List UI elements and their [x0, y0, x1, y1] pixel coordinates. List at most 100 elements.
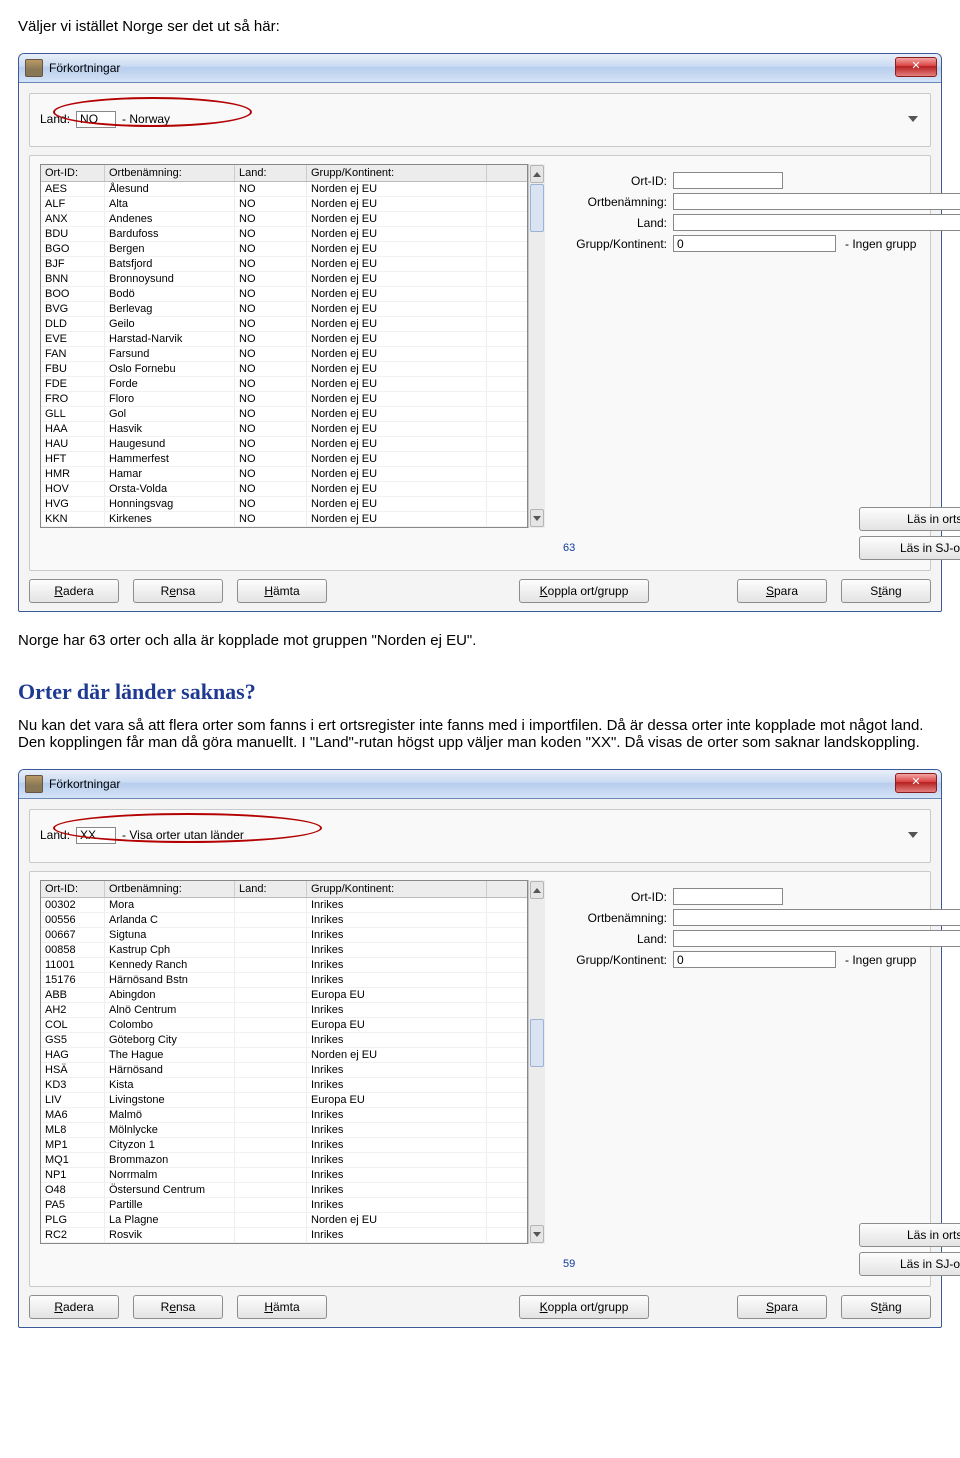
table-row[interactable]: FBUOslo FornebuNONorden ej EU [41, 362, 527, 377]
spara-button[interactable]: Spara [737, 579, 827, 603]
table-row[interactable]: KKNKirkenesNONorden ej EU [41, 512, 527, 527]
table-row[interactable]: MQ1BrommazonInrikes [41, 1153, 527, 1168]
cell: NO [235, 212, 307, 226]
dropdown-icon[interactable] [908, 832, 918, 838]
table-row[interactable]: HAGThe HagueNorden ej EU [41, 1048, 527, 1063]
table-row[interactable]: HFTHammerfestNONorden ej EU [41, 452, 527, 467]
table-row[interactable]: BOOBodöNONorden ej EU [41, 287, 527, 302]
table-row[interactable]: FROFloroNONorden ej EU [41, 392, 527, 407]
scrollbar[interactable] [528, 164, 545, 528]
scroll-down-button[interactable] [530, 1225, 544, 1243]
form-land-input[interactable] [673, 930, 960, 947]
rensa-button[interactable]: Rensa [133, 579, 223, 603]
table-row[interactable]: BGOBergenNONorden ej EU [41, 242, 527, 257]
table-row[interactable]: 00667SigtunaInrikes [41, 928, 527, 943]
stang-button[interactable]: Stäng [841, 1295, 931, 1319]
table-row[interactable]: PLGLa PlagneNorden ej EU [41, 1213, 527, 1228]
cell [235, 1018, 307, 1032]
land-code-input[interactable] [76, 111, 116, 128]
col-land[interactable]: Land: [235, 881, 307, 897]
table-row[interactable]: 00556Arlanda CInrikes [41, 913, 527, 928]
table-row[interactable]: NP1NorrmalmInrikes [41, 1168, 527, 1183]
table-row[interactable]: 00302MoraInrikes [41, 898, 527, 913]
table-row[interactable]: DLDGeiloNONorden ej EU [41, 317, 527, 332]
form-ortid-input[interactable] [673, 172, 783, 189]
orter-grid[interactable]: Ort-ID: Ortbenämning: Land: Grupp/Kontin… [40, 880, 528, 1244]
table-row[interactable]: 15176Härnösand BstnInrikes [41, 973, 527, 988]
table-row[interactable]: GS5Göteborg CityInrikes [41, 1033, 527, 1048]
orter-grid[interactable]: Ort-ID: Ortbenämning: Land: Grupp/Kontin… [40, 164, 528, 528]
table-row[interactable]: BDUBardufossNONorden ej EU [41, 227, 527, 242]
table-row[interactable]: ML8MölnlyckeInrikes [41, 1123, 527, 1138]
titlebar[interactable]: Förkortningar ✕ [19, 770, 941, 799]
col-ort-id[interactable]: Ort-ID: [41, 165, 105, 181]
titlebar[interactable]: Förkortningar ✕ [19, 54, 941, 83]
table-row[interactable]: BVGBerlevagNONorden ej EU [41, 302, 527, 317]
table-row[interactable]: HAUHaugesundNONorden ej EU [41, 437, 527, 452]
col-ortbenamning[interactable]: Ortbenämning: [105, 881, 235, 897]
table-row[interactable]: BNNBronnoysundNONorden ej EU [41, 272, 527, 287]
col-grupp[interactable]: Grupp/Kontinent: [307, 165, 487, 181]
rensa-button[interactable]: Rensa [133, 1295, 223, 1319]
table-row[interactable]: HVGHonningsvagNONorden ej EU [41, 497, 527, 512]
las-in-sj-button[interactable]: Läs in SJ-orter [859, 1252, 960, 1276]
scroll-up-button[interactable] [530, 165, 544, 183]
close-button[interactable]: ✕ [895, 773, 937, 793]
las-in-ortsfil-button[interactable]: Läs in ortsfil [859, 1223, 960, 1247]
table-row[interactable]: KD3KistaInrikes [41, 1078, 527, 1093]
koppla-button[interactable]: Koppla ort/grupp [519, 579, 649, 603]
close-button[interactable]: ✕ [895, 57, 937, 77]
form-ortbenamning-input[interactable] [673, 909, 960, 926]
form-ortbenamning-input[interactable] [673, 193, 960, 210]
table-row[interactable]: MA6MalmöInrikes [41, 1108, 527, 1123]
las-in-ortsfil-button[interactable]: Läs in ortsfil [859, 507, 960, 531]
table-row[interactable]: BJFBatsfjordNONorden ej EU [41, 257, 527, 272]
scroll-thumb[interactable] [530, 184, 544, 232]
form-grupp-code[interactable] [673, 235, 836, 252]
dropdown-icon[interactable] [908, 116, 918, 122]
table-row[interactable]: MP1Cityzon 1Inrikes [41, 1138, 527, 1153]
table-row[interactable]: ABBAbingdonEuropa EU [41, 988, 527, 1003]
form-ortid-input[interactable] [673, 888, 783, 905]
spara-button[interactable]: Spara [737, 1295, 827, 1319]
table-row[interactable]: EVEHarstad-NarvikNONorden ej EU [41, 332, 527, 347]
table-row[interactable]: HAAHasvikNONorden ej EU [41, 422, 527, 437]
table-row[interactable]: GLLGolNONorden ej EU [41, 407, 527, 422]
scroll-up-button[interactable] [530, 881, 544, 899]
table-row[interactable]: AH2Alnö CentrumInrikes [41, 1003, 527, 1018]
cell: MQ1 [41, 1153, 105, 1167]
radera-button[interactable]: Radera [29, 579, 119, 603]
table-row[interactable]: COLColomboEuropa EU [41, 1018, 527, 1033]
hamta-button[interactable]: Hämta [237, 579, 327, 603]
table-row[interactable]: FDEFordeNONorden ej EU [41, 377, 527, 392]
col-ort-id[interactable]: Ort-ID: [41, 881, 105, 897]
cell: DLD [41, 317, 105, 331]
table-row[interactable]: AESÅlesundNONorden ej EU [41, 182, 527, 197]
table-row[interactable]: LIVLivingstoneEuropa EU [41, 1093, 527, 1108]
scrollbar[interactable] [528, 880, 545, 1244]
table-row[interactable]: ANXAndenesNONorden ej EU [41, 212, 527, 227]
table-row[interactable]: HMRHamarNONorden ej EU [41, 467, 527, 482]
koppla-button[interactable]: Koppla ort/grupp [519, 1295, 649, 1319]
las-in-sj-button[interactable]: Läs in SJ-orter [859, 536, 960, 560]
radera-button[interactable]: Radera [29, 1295, 119, 1319]
col-ortbenamning[interactable]: Ortbenämning: [105, 165, 235, 181]
table-row[interactable]: PA5PartilleInrikes [41, 1198, 527, 1213]
table-row[interactable]: HOVOrsta-VoldaNONorden ej EU [41, 482, 527, 497]
stang-button[interactable]: Stäng [841, 579, 931, 603]
scroll-thumb[interactable] [530, 1019, 544, 1067]
table-row[interactable]: 11001Kennedy RanchInrikes [41, 958, 527, 973]
table-row[interactable]: ALFAltaNONorden ej EU [41, 197, 527, 212]
col-land[interactable]: Land: [235, 165, 307, 181]
table-row[interactable]: HSÄHärnösandInrikes [41, 1063, 527, 1078]
table-row[interactable]: O48Östersund CentrumInrikes [41, 1183, 527, 1198]
table-row[interactable]: 00858Kastrup CphInrikes [41, 943, 527, 958]
table-row[interactable]: FANFarsundNONorden ej EU [41, 347, 527, 362]
table-row[interactable]: RC2RosvikInrikes [41, 1228, 527, 1243]
hamta-button[interactable]: Hämta [237, 1295, 327, 1319]
scroll-down-button[interactable] [530, 509, 544, 527]
col-grupp[interactable]: Grupp/Kontinent: [307, 881, 487, 897]
form-land-input[interactable] [673, 214, 960, 231]
form-grupp-code[interactable] [673, 951, 836, 968]
land-code-input[interactable] [76, 827, 116, 844]
